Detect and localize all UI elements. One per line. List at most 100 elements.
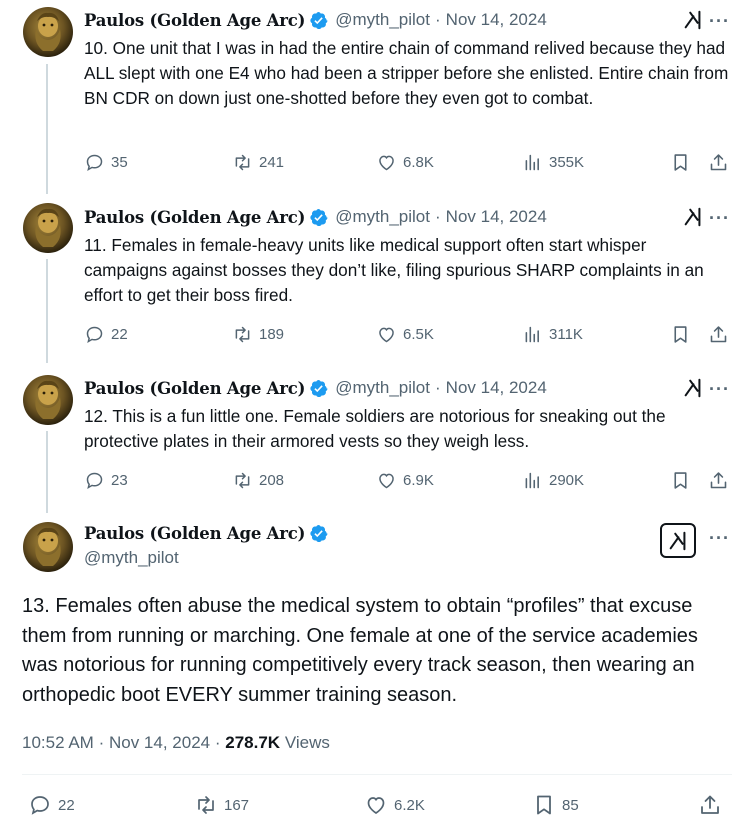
separator: · [435,10,441,29]
author-name[interactable]: Paulos (Golden Age Arc) [84,524,305,543]
repost-icon [194,793,218,817]
more-options-icon[interactable]: ··· [709,380,730,398]
tweet-date[interactable]: Nov 14, 2024 [446,10,547,30]
views-button[interactable]: 290K [522,470,584,491]
verified-badge-icon [309,11,328,30]
verified-badge-icon [309,379,328,398]
bookmark-button[interactable] [670,152,697,173]
thread-connector [46,431,48,513]
view-count: 290K [549,472,585,489]
repost-count: 241 [259,154,285,171]
tweet-time[interactable]: 10:52 AM [22,733,94,752]
repost-icon [232,470,253,491]
like-button[interactable]: 6.8K [376,152,434,173]
like-count: 6.2K [394,796,425,814]
share-button[interactable] [708,470,735,491]
bar-chart-icon [522,470,543,491]
bookmark-icon [670,152,691,173]
repost-button[interactable]: 189 [232,324,284,345]
reply-button[interactable]: 23 [84,470,128,491]
bookmark-icon [670,324,691,345]
author-name[interactable]: Paulos (Golden Age Arc) [84,11,305,30]
bar-chart-icon [522,324,543,345]
tweet-date[interactable]: Nov 14, 2024 [109,733,210,752]
repost-icon [232,324,253,345]
grok-icon[interactable] [682,9,704,31]
avatar[interactable] [23,375,73,425]
share-button[interactable] [698,793,728,817]
bookmark-button[interactable] [670,324,697,345]
reply-button[interactable]: 22 [84,324,128,345]
reply-count: 22 [58,796,75,814]
grok-icon[interactable] [682,377,704,399]
tweet-date[interactable]: Nov 14, 2024 [446,207,547,227]
repost-button[interactable]: 208 [232,470,284,491]
reply-icon [84,324,105,345]
more-options-icon[interactable]: ··· [709,12,730,30]
bar-chart-icon [522,152,543,173]
like-button[interactable]: 6.5K [376,324,434,345]
grok-button[interactable] [660,523,696,558]
bookmark-icon [532,793,556,817]
grok-icon [667,530,689,552]
tweet-text: 13. Females often abuse the medical syst… [22,595,698,706]
author-handle[interactable]: @myth_pilot [84,548,179,568]
author-handle[interactable]: @myth_pilot [335,10,430,30]
reply-icon [84,152,105,173]
repost-button[interactable]: 167 [194,793,249,817]
heart-icon [376,324,397,345]
avatar[interactable] [23,203,73,253]
repost-count: 189 [259,326,285,343]
bookmark-button[interactable] [670,470,697,491]
verified-badge-icon [309,524,328,543]
share-icon [698,793,722,817]
author-name[interactable]: Paulos (Golden Age Arc) [84,379,305,398]
separator: · [435,207,441,226]
author-handle[interactable]: @myth_pilot [335,378,430,398]
bookmark-button[interactable]: 85 [532,793,579,817]
views-button[interactable]: 311K [522,324,583,345]
divider [22,774,732,775]
views-label: Views [284,733,330,752]
heart-icon [364,793,388,817]
more-options-icon[interactable]: ··· [709,209,730,227]
repost-count: 167 [224,796,250,814]
share-icon [708,152,729,173]
avatar[interactable] [23,7,73,57]
reply-button[interactable]: 22 [28,793,75,817]
share-button[interactable] [708,324,735,345]
grok-icon[interactable] [682,206,704,228]
tweet-date[interactable]: Nov 14, 2024 [446,378,547,398]
separator: · [214,733,221,752]
author-handle[interactable]: @myth_pilot [335,207,430,227]
author-name[interactable]: Paulos (Golden Age Arc) [84,208,305,227]
tweet-text: 11. Females in female-heavy units like m… [84,235,704,305]
heart-icon [376,152,397,173]
reply-icon [84,470,105,491]
like-count: 6.5K [403,326,434,343]
reply-count: 22 [111,326,128,343]
like-button[interactable]: 6.2K [364,793,425,817]
heart-icon [376,470,397,491]
like-count: 6.9K [403,472,434,489]
like-count: 6.8K [403,154,434,171]
share-icon [708,470,729,491]
separator: · [435,378,441,397]
view-count: 311K [549,326,583,343]
share-button[interactable] [708,152,735,173]
views-count[interactable]: 278.7K [225,733,280,752]
like-button[interactable]: 6.9K [376,470,434,491]
tweet-text: 12. This is a fun little one. Female sol… [84,406,666,451]
bookmark-count: 85 [562,796,579,814]
repost-button[interactable]: 241 [232,152,284,173]
avatar[interactable] [23,522,73,572]
views-button[interactable]: 355K [522,152,584,173]
thread-connector [46,64,48,194]
reply-button[interactable]: 35 [84,152,128,173]
separator: · [98,733,105,752]
tweet-metadata: 10:52 AM · Nov 14, 2024 · 278.7K Views [22,733,330,753]
repost-count: 208 [259,472,285,489]
reply-icon [28,793,52,817]
reply-count: 23 [111,472,128,489]
more-options-icon[interactable]: ··· [709,529,730,547]
